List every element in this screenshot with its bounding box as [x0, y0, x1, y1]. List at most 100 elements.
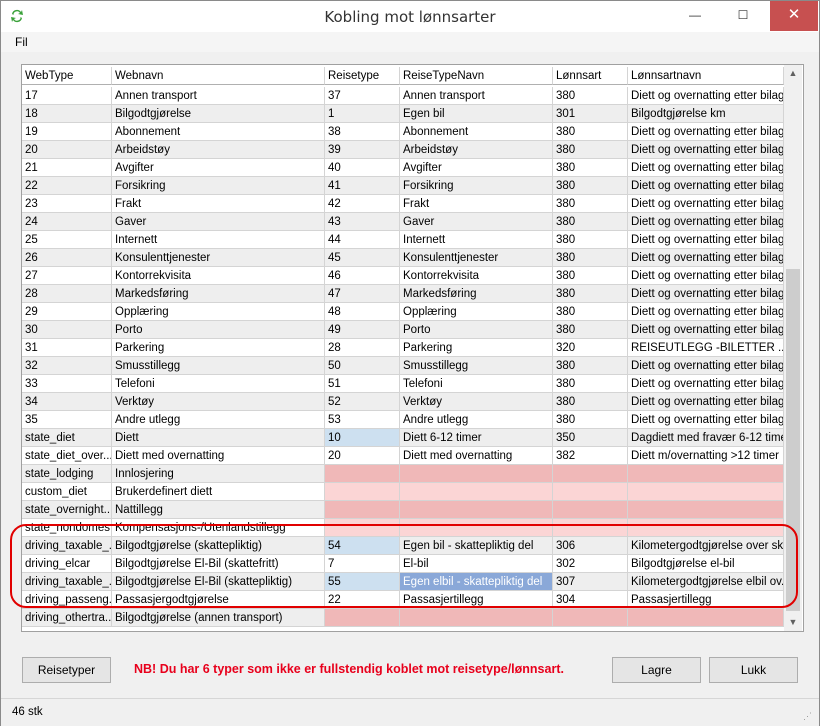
menu-file[interactable]: Fil [15, 35, 28, 49]
cell-reisetypenavn[interactable]: Konsulenttjenester [400, 249, 553, 267]
cell-webnavn[interactable]: Opplæring [112, 303, 325, 321]
table-row[interactable]: state_nondomes... Kompensasjons-/Utenland… [22, 519, 784, 537]
cell-webtype[interactable]: 27 [22, 267, 112, 285]
scroll-down-icon[interactable]: ▼ [784, 614, 802, 631]
cell-lonnsart[interactable]: 380 [553, 213, 628, 231]
cell-reisetypenavn[interactable]: Internett [400, 231, 553, 249]
cell-webnavn[interactable]: Smusstillegg [112, 357, 325, 375]
cell-reisetype[interactable]: 52 [325, 393, 400, 411]
table-row[interactable]: 28 Markedsføring 47 Markedsføring 380 Diett o… [22, 285, 784, 303]
cell-webnavn[interactable]: Kontorrekvisita [112, 267, 325, 285]
cell-reisetype[interactable]: 48 [325, 303, 400, 321]
cell-reisetype[interactable] [325, 501, 400, 519]
cell-lonnsart[interactable]: 382 [553, 447, 628, 465]
cell-reisetypenavn[interactable]: Abonnement [400, 123, 553, 141]
cell-reisetype[interactable]: 1 [325, 105, 400, 123]
cell-webtype[interactable]: 32 [22, 357, 112, 375]
cell-lonnsartnavn[interactable]: Diett og overnatting etter bilag [628, 87, 784, 105]
table-row[interactable]: state_lodging Innlosjering [22, 465, 784, 483]
cell-lonnsartnavn[interactable] [628, 519, 784, 537]
cell-lonnsartnavn[interactable]: Dagdiett med fravær 6-12 timer [628, 429, 784, 447]
table-row[interactable]: 31 Parkering 28 Parkering 320 REISEUTLEGG -BI… [22, 339, 784, 357]
cell-lonnsart[interactable]: 380 [553, 195, 628, 213]
table-row[interactable]: state_overnight... Nattillegg [22, 501, 784, 519]
cell-webtype[interactable]: state_diet_over... [22, 447, 112, 465]
cell-webnavn[interactable]: Andre utlegg [112, 411, 325, 429]
table-row[interactable]: custom_diet Brukerdefinert diett [22, 483, 784, 501]
cell-lonnsartnavn[interactable]: Diett og overnatting etter bilag [628, 375, 784, 393]
cell-reisetypenavn[interactable]: Avgifter [400, 159, 553, 177]
cell-reisetypenavn[interactable]: Parkering [400, 339, 553, 357]
cell-lonnsart[interactable]: 380 [553, 87, 628, 105]
cell-webtype[interactable]: driving_elcar [22, 555, 112, 573]
cell-reisetype[interactable]: 22 [325, 591, 400, 609]
cell-reisetypenavn[interactable]: Diett med overnatting [400, 447, 553, 465]
cell-lonnsartnavn[interactable]: Bilgodtgjørelse el-bil [628, 555, 784, 573]
column-header-webtype[interactable]: WebType [22, 67, 112, 85]
cell-reisetype[interactable]: 53 [325, 411, 400, 429]
cell-webnavn[interactable]: Abonnement [112, 123, 325, 141]
cell-reisetype[interactable]: 38 [325, 123, 400, 141]
cell-webnavn[interactable]: Annen transport [112, 87, 325, 105]
cell-reisetype[interactable]: 40 [325, 159, 400, 177]
cell-webtype[interactable]: driving_taxable_... [22, 537, 112, 555]
cell-webnavn[interactable]: Telefoni [112, 375, 325, 393]
cell-reisetypenavn[interactable]: Smusstillegg [400, 357, 553, 375]
cell-lonnsartnavn[interactable]: Diett og overnatting etter bilag [628, 303, 784, 321]
cell-reisetype[interactable]: 44 [325, 231, 400, 249]
table-row[interactable]: driving_taxable_... Bilgodtgjørelse El-Bi… [22, 573, 784, 591]
cell-webnavn[interactable]: Gaver [112, 213, 325, 231]
cell-webtype[interactable]: driving_passeng... [22, 591, 112, 609]
cell-reisetypenavn[interactable] [400, 519, 553, 537]
table-row[interactable]: 33 Telefoni 51 Telefoni 380 Diett og overnatt… [22, 375, 784, 393]
table-row[interactable]: 18 Bilgodtgjørelse 1 Egen bil 301 Bilgodtgjør… [22, 105, 784, 123]
cell-lonnsartnavn[interactable]: Diett og overnatting etter bilag [628, 141, 784, 159]
cell-webtype[interactable]: 29 [22, 303, 112, 321]
table-row[interactable]: 20 Arbeidstøy 39 Arbeidstøy 380 Diett og over… [22, 141, 784, 159]
cell-lonnsartnavn[interactable]: Kilometergodtgjørelse over sk... [628, 537, 784, 555]
cell-reisetypenavn[interactable]: Egen bil [400, 105, 553, 123]
cell-lonnsartnavn[interactable]: Diett og overnatting etter bilag [628, 411, 784, 429]
table-row[interactable]: 23 Frakt 42 Frakt 380 Diett og overnatting et… [22, 195, 784, 213]
table-row[interactable]: driving_taxable_... Bilgodtgjørelse (skat… [22, 537, 784, 555]
cell-lonnsart[interactable] [553, 501, 628, 519]
cell-lonnsartnavn[interactable]: Diett og overnatting etter bilag [628, 177, 784, 195]
cell-reisetype[interactable]: 20 [325, 447, 400, 465]
scroll-up-icon[interactable]: ▲ [784, 65, 802, 82]
cell-lonnsartnavn[interactable]: Diett m/overnatting >12 timer [628, 447, 784, 465]
column-header-webnavn[interactable]: Webnavn [112, 67, 325, 85]
table-row[interactable]: 32 Smusstillegg 50 Smusstillegg 380 Diett og … [22, 357, 784, 375]
cell-lonnsartnavn[interactable]: Kilometergodtgjørelse elbil ov... [628, 573, 784, 591]
cell-webnavn[interactable]: Bilgodtgjørelse El-Bil (skattefritt) [112, 555, 325, 573]
cell-webnavn[interactable]: Brukerdefinert diett [112, 483, 325, 501]
cell-lonnsart[interactable]: 380 [553, 357, 628, 375]
cell-reisetypenavn[interactable]: Opplæring [400, 303, 553, 321]
cell-reisetypenavn[interactable]: Arbeidstøy [400, 141, 553, 159]
table-row[interactable]: 26 Konsulenttjenester 45 Konsulenttjenester… [22, 249, 784, 267]
travel-types-button[interactable]: Reisetyper [22, 657, 111, 683]
table-row[interactable]: 35 Andre utlegg 53 Andre utlegg 380 Diett og … [22, 411, 784, 429]
cell-reisetypenavn[interactable]: Forsikring [400, 177, 553, 195]
table-row[interactable]: driving_passeng... Passasjergodtgjørelse 2… [22, 591, 784, 609]
cell-reisetype[interactable]: 42 [325, 195, 400, 213]
cell-webtype[interactable]: 35 [22, 411, 112, 429]
cell-reisetype[interactable]: 43 [325, 213, 400, 231]
column-header-reisetypenavn[interactable]: ReiseTypeNavn [400, 67, 553, 85]
table-row[interactable]: 17 Annen transport 37 Annen transport 380 Die… [22, 87, 784, 105]
cell-lonnsart[interactable]: 380 [553, 375, 628, 393]
cell-webtype[interactable]: 22 [22, 177, 112, 195]
cell-reisetype[interactable]: 51 [325, 375, 400, 393]
cell-webtype[interactable]: state_lodging [22, 465, 112, 483]
cell-webtype[interactable]: 28 [22, 285, 112, 303]
cell-webnavn[interactable]: Avgifter [112, 159, 325, 177]
table-row[interactable]: 21 Avgifter 40 Avgifter 380 Diett og overnatt… [22, 159, 784, 177]
cell-reisetype[interactable]: 50 [325, 357, 400, 375]
table-row[interactable]: driving_othertra... Bilgodtgjørelse (anne… [22, 609, 784, 627]
cell-webnavn[interactable]: Parkering [112, 339, 325, 357]
cell-reisetype[interactable]: 41 [325, 177, 400, 195]
cell-lonnsart[interactable]: 380 [553, 321, 628, 339]
cell-reisetype[interactable] [325, 483, 400, 501]
cell-lonnsartnavn[interactable] [628, 483, 784, 501]
cell-reisetype[interactable] [325, 519, 400, 537]
cell-lonnsartnavn[interactable]: Diett og overnatting etter bilag [628, 213, 784, 231]
